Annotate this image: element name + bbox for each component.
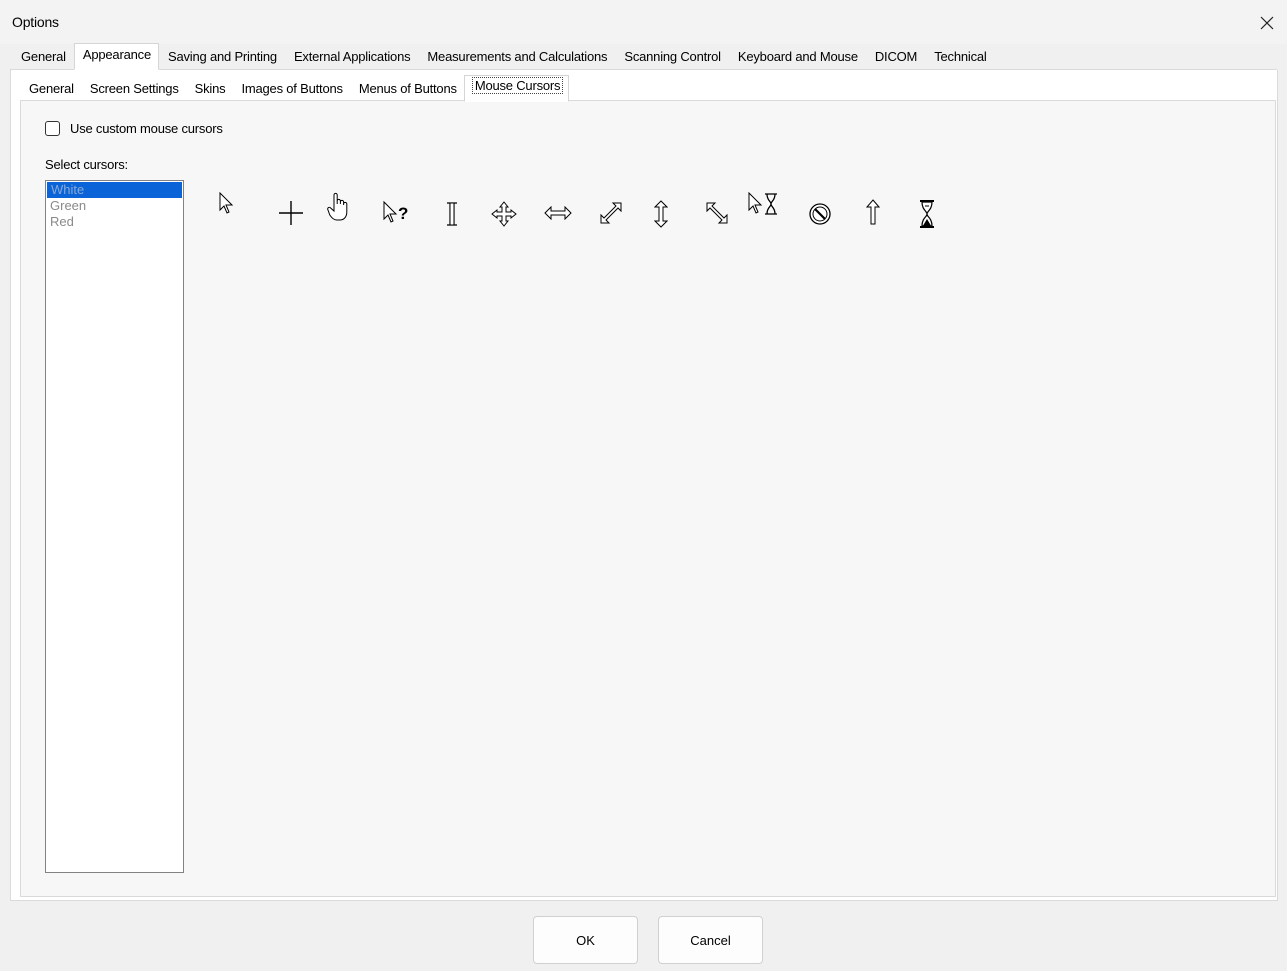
svg-text:?: ?	[398, 204, 408, 223]
tab-dicom[interactable]: DICOM	[866, 45, 925, 69]
subtab-mouse-cursors-label: Mouse Cursors	[471, 77, 564, 94]
close-button[interactable]	[1252, 8, 1282, 38]
select-cursors-label: Select cursors:	[45, 157, 128, 172]
tab-general[interactable]: General	[12, 45, 74, 69]
tab-appearance[interactable]: Appearance	[73, 43, 159, 70]
title-bar: Options	[0, 0, 1287, 44]
hand-cursor-icon	[327, 192, 348, 221]
cursor-set-listbox[interactable]: White Green Red	[45, 180, 184, 873]
dialog-footer	[0, 901, 1287, 971]
tab-external-applications[interactable]: External Applications	[285, 45, 418, 69]
window-title: Options	[12, 14, 59, 30]
resize-diagonal-nw-cursor-icon	[706, 202, 728, 224]
list-item-white[interactable]: White	[47, 182, 182, 198]
custom-cursors-checkbox[interactable]	[45, 121, 60, 136]
ibeam-cursor-icon	[447, 202, 457, 226]
main-tab-divider	[10, 69, 1277, 70]
subtab-skins[interactable]: Skins	[186, 77, 233, 101]
subtab-screen-settings[interactable]: Screen Settings	[81, 77, 186, 101]
subtab-mouse-cursors[interactable]: Mouse Cursors	[463, 75, 570, 102]
list-item-red[interactable]: Red	[46, 214, 183, 230]
list-item-green[interactable]: Green	[46, 198, 183, 214]
resize-diagonal-ne-cursor-icon	[600, 202, 622, 224]
tab-saving-and-printing[interactable]: Saving and Printing	[159, 45, 285, 69]
cursor-preview-strip: ?	[212, 184, 952, 234]
subtab-menus-of-buttons[interactable]: Menus of Buttons	[350, 77, 464, 101]
custom-cursors-label: Use custom mouse cursors	[70, 121, 223, 136]
up-arrow-cursor-icon	[866, 199, 880, 225]
subtab-images-of-buttons[interactable]: Images of Buttons	[232, 77, 349, 101]
resize-vertical-cursor-icon	[654, 200, 668, 228]
subtab-general[interactable]: General	[20, 77, 81, 101]
close-icon	[1260, 16, 1274, 30]
sub-tab-bar: General Screen Settings Skins Images of …	[20, 75, 570, 102]
cancel-button[interactable]: Cancel	[658, 916, 763, 964]
tab-technical[interactable]: Technical	[925, 45, 994, 69]
tab-keyboard-and-mouse[interactable]: Keyboard and Mouse	[729, 45, 866, 69]
tab-measurements-and-calculations[interactable]: Measurements and Calculations	[418, 45, 615, 69]
app-starting-cursor-icon	[748, 192, 777, 215]
wait-cursor-icon	[920, 200, 934, 228]
move-cursor-icon	[491, 201, 517, 227]
arrow-cursor-icon	[219, 192, 234, 214]
custom-cursors-option: Use custom mouse cursors	[45, 121, 223, 136]
ok-button[interactable]: OK	[533, 916, 638, 964]
main-tab-bar: General Appearance Saving and Printing E…	[12, 43, 995, 70]
help-cursor-icon: ?	[383, 200, 408, 223]
no-cursor-icon	[809, 203, 831, 225]
crosshair-cursor-icon	[279, 201, 303, 225]
tab-scanning-control[interactable]: Scanning Control	[615, 45, 729, 69]
resize-horizontal-cursor-icon	[544, 206, 572, 220]
